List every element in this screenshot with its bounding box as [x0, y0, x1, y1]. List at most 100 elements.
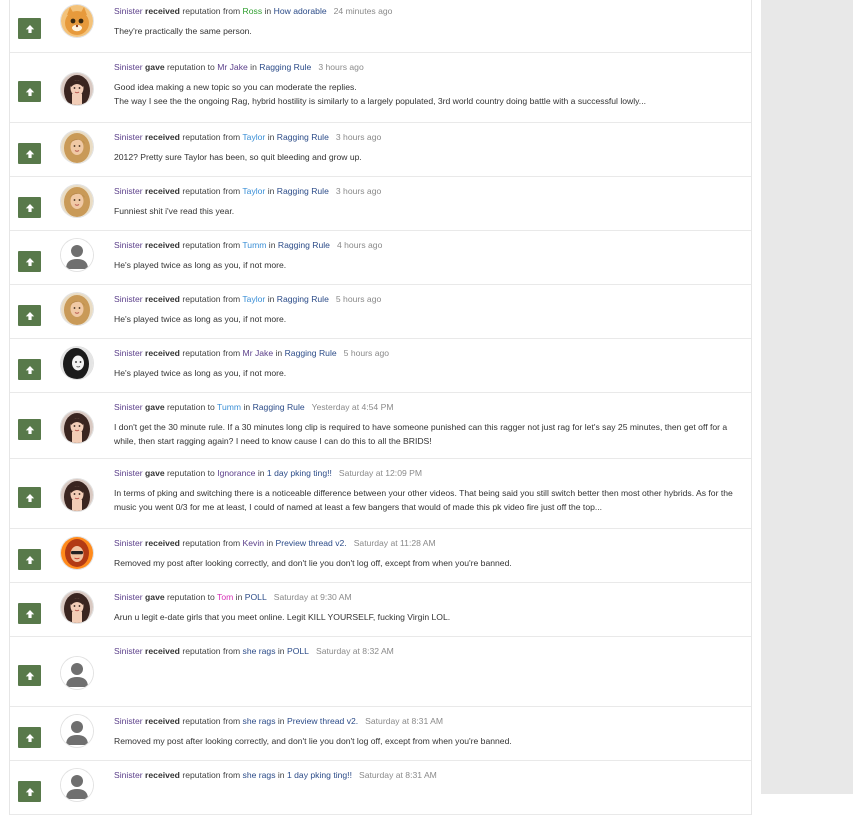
- action-text: reputation from: [182, 348, 241, 358]
- upvote-button[interactable]: [18, 305, 41, 326]
- other-username-link[interactable]: Taylor: [242, 132, 265, 142]
- default-user-avatar-icon[interactable]: [61, 657, 93, 689]
- reputation-header: Sinister received reputation from Taylor…: [114, 185, 381, 197]
- topic-link[interactable]: Ragging Rule: [278, 240, 330, 250]
- reputation-item: Sinister received reputation from she ra…: [10, 761, 751, 815]
- topic-link[interactable]: Ragging Rule: [277, 132, 329, 142]
- action-text: reputation to: [167, 402, 215, 412]
- upvote-button[interactable]: [18, 549, 41, 570]
- reputation-header: Sinister gave reputation to Tumm in Ragg…: [114, 401, 394, 413]
- upvote-button[interactable]: [18, 419, 41, 440]
- timestamp: Saturday at 8:31 AM: [358, 770, 437, 780]
- topic-link[interactable]: Ragging Rule: [277, 294, 329, 304]
- up-arrow-icon: [25, 87, 35, 97]
- action-verb: gave: [145, 468, 165, 478]
- reputation-header: Sinister received reputation from she ra…: [114, 715, 443, 727]
- username-link[interactable]: Sinister: [114, 62, 143, 72]
- other-username-link[interactable]: Taylor: [242, 294, 265, 304]
- topic-link[interactable]: Preview thread v2.: [287, 716, 358, 726]
- up-arrow-icon: [25, 365, 35, 375]
- post-excerpt: Good idea making a new topic so you can …: [114, 80, 746, 108]
- reputation-item: Sinister received reputation from she ra…: [10, 637, 751, 707]
- other-username-link[interactable]: Taylor: [242, 186, 265, 196]
- username-link[interactable]: Sinister: [114, 468, 143, 478]
- upvote-button[interactable]: [18, 487, 41, 508]
- username-link[interactable]: Sinister: [114, 646, 143, 656]
- cat-face-avatar-icon[interactable]: [61, 5, 93, 37]
- reputation-header: Sinister received reputation from Kevin …: [114, 537, 436, 549]
- username-link[interactable]: Sinister: [114, 592, 143, 602]
- up-arrow-icon: [25, 425, 35, 435]
- topic-link[interactable]: POLL: [287, 646, 309, 656]
- reputation-list: Sinister received reputation from Ross i…: [9, 0, 752, 815]
- default-user-avatar-icon[interactable]: [61, 769, 93, 801]
- other-username-link[interactable]: Kevin: [243, 538, 265, 548]
- username-link[interactable]: Sinister: [114, 132, 143, 142]
- in-text: in: [267, 132, 275, 142]
- upvote-button[interactable]: [18, 18, 41, 39]
- topic-link[interactable]: Ragging Rule: [253, 402, 305, 412]
- username-link[interactable]: Sinister: [114, 294, 143, 304]
- username-link[interactable]: Sinister: [114, 770, 143, 780]
- username-link[interactable]: Sinister: [114, 716, 143, 726]
- upvote-button[interactable]: [18, 81, 41, 102]
- red-hair-avatar-icon[interactable]: [61, 537, 93, 569]
- topic-link[interactable]: POLL: [245, 592, 267, 602]
- other-username-link[interactable]: Tumm: [217, 402, 241, 412]
- other-username-link[interactable]: Ignorance: [217, 468, 255, 478]
- action-text: reputation from: [182, 646, 241, 656]
- topic-link[interactable]: 1 day pking ting!!: [287, 770, 352, 780]
- topic-link[interactable]: How adorable: [274, 6, 327, 16]
- action-verb: received: [145, 6, 180, 16]
- other-username-link[interactable]: she rags: [243, 770, 276, 780]
- timestamp: Saturday at 8:31 AM: [365, 716, 444, 726]
- topic-link[interactable]: Ragging Rule: [259, 62, 311, 72]
- post-excerpt: They're practically the same person.: [114, 24, 746, 38]
- username-link[interactable]: Sinister: [114, 402, 143, 412]
- dark-hair-woman-avatar-icon[interactable]: [61, 591, 93, 623]
- timestamp: Saturday at 8:32 AM: [315, 646, 394, 656]
- other-username-link[interactable]: she rags: [243, 716, 276, 726]
- other-username-link[interactable]: she rags: [243, 646, 276, 656]
- upvote-button[interactable]: [18, 665, 41, 686]
- upvote-button[interactable]: [18, 603, 41, 624]
- topic-link[interactable]: Preview thread v2.: [276, 538, 347, 548]
- other-username-link[interactable]: Tumm: [242, 240, 266, 250]
- up-arrow-icon: [25, 311, 35, 321]
- topic-link[interactable]: Ragging Rule: [277, 186, 329, 196]
- upvote-button[interactable]: [18, 359, 41, 380]
- dark-hair-woman-avatar-icon[interactable]: [61, 411, 93, 443]
- username-link[interactable]: Sinister: [114, 348, 143, 358]
- timestamp: 24 minutes ago: [333, 6, 393, 16]
- dark-hair-woman-avatar-icon[interactable]: [61, 73, 93, 105]
- blonde-woman-avatar-icon[interactable]: [61, 185, 93, 217]
- excerpt-line: Arun u legit e-date girls that you meet …: [114, 612, 451, 622]
- upvote-button[interactable]: [18, 251, 41, 272]
- action-verb: received: [145, 186, 180, 196]
- timestamp: Yesterday at 4:54 PM: [311, 402, 394, 412]
- reputation-item: Sinister gave reputation to Mr Jake in R…: [10, 53, 751, 123]
- upvote-button[interactable]: [18, 781, 41, 802]
- blonde-woman-avatar-icon[interactable]: [61, 293, 93, 325]
- username-link[interactable]: Sinister: [114, 240, 143, 250]
- post-excerpt: In terms of pking and switching there is…: [114, 486, 746, 514]
- upvote-button[interactable]: [18, 143, 41, 164]
- post-excerpt: 2012? Pretty sure Taylor has been, so qu…: [114, 150, 746, 164]
- other-username-link[interactable]: Mr Jake: [243, 348, 274, 358]
- upvote-button[interactable]: [18, 197, 41, 218]
- other-username-link[interactable]: Ross: [243, 6, 263, 16]
- monochrome-woman-avatar-icon[interactable]: [61, 347, 93, 379]
- default-user-avatar-icon[interactable]: [61, 239, 93, 271]
- username-link[interactable]: Sinister: [114, 538, 143, 548]
- username-link[interactable]: Sinister: [114, 6, 143, 16]
- other-username-link[interactable]: Mr Jake: [217, 62, 248, 72]
- upvote-button[interactable]: [18, 727, 41, 748]
- username-link[interactable]: Sinister: [114, 186, 143, 196]
- other-username-link[interactable]: Tom: [217, 592, 233, 602]
- blonde-woman-avatar-icon[interactable]: [61, 131, 93, 163]
- up-arrow-icon: [25, 609, 35, 619]
- topic-link[interactable]: Ragging Rule: [285, 348, 337, 358]
- dark-hair-woman-avatar-icon[interactable]: [61, 479, 93, 511]
- topic-link[interactable]: 1 day pking ting!!: [267, 468, 332, 478]
- default-user-avatar-icon[interactable]: [61, 715, 93, 747]
